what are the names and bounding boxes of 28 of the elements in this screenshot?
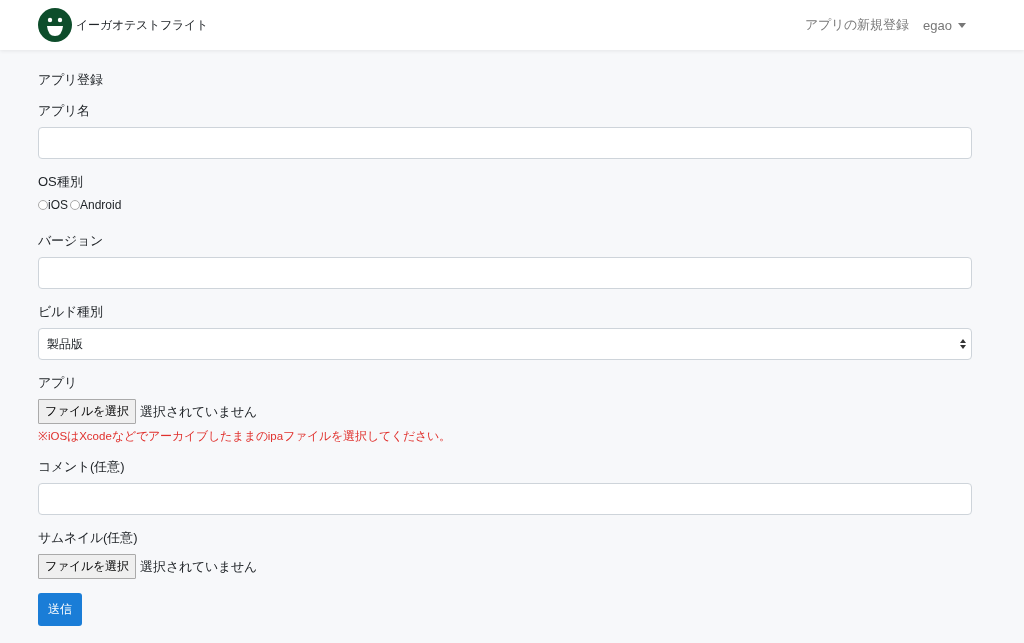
- text-field[interactable]: [38, 483, 972, 515]
- choose-file-button[interactable]: ファイルを選択: [38, 399, 136, 424]
- choose-file-button[interactable]: ファイルを選択: [38, 554, 136, 579]
- submit-button[interactable]: 送信: [38, 593, 82, 626]
- text-field[interactable]: [38, 127, 972, 159]
- help-note: ※iOSはXcodeなどでアーカイブしたままのipaファイルを選択してください。: [38, 429, 453, 444]
- field-label: コメント(任意): [38, 458, 126, 475]
- form-title: アプリ登録: [38, 71, 104, 89]
- text-field[interactable]: [38, 257, 972, 289]
- file-status: 選択されていません: [140, 402, 257, 421]
- field-label: OS種別: [38, 173, 84, 190]
- field-label: バージョン: [38, 232, 104, 249]
- radio-button[interactable]: [70, 200, 80, 210]
- nav-link[interactable]: アプリの新規登録: [805, 16, 910, 34]
- radio-label: iOS: [48, 198, 68, 212]
- field-label: アプリ: [38, 374, 78, 391]
- field-label: ビルド種別: [38, 303, 104, 320]
- updown-arrows-icon: [960, 339, 966, 349]
- select-field[interactable]: 製品版: [38, 328, 972, 360]
- caret-icon: [958, 22, 966, 28]
- user-menu[interactable]: egao: [923, 16, 966, 34]
- radio-label: Android: [80, 198, 122, 212]
- smiley-logo-icon: [38, 8, 72, 42]
- field-label: サムネイル(任意): [38, 529, 139, 546]
- field-label: アプリ名: [38, 102, 91, 119]
- brand-name[interactable]: イーガオテストフライト: [76, 16, 208, 34]
- file-status: 選択されていません: [140, 557, 257, 576]
- radio-button[interactable]: [38, 200, 48, 210]
